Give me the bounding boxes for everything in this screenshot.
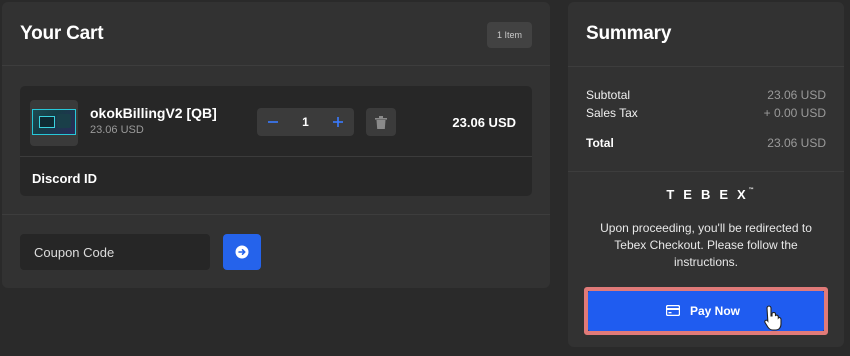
minus-icon [268,121,278,123]
arrow-circle-icon [235,245,249,259]
apply-coupon-button[interactable] [223,234,261,270]
pay-now-label: Pay Now [690,304,741,318]
divider [568,66,844,67]
cart-item: okokBillingV2 [QB] 23.06 USD 1 23.06 USD… [20,86,532,196]
trademark-mark: ™ [748,187,754,193]
total-value: 23.06 USD [767,136,826,150]
product-name: okokBillingV2 [QB] [90,105,217,121]
divider [2,214,550,215]
trash-icon [375,116,387,129]
tebex-brand: TEBEX [666,187,755,202]
checkout-info-text: Upon proceeding, you'll be redirected to… [600,221,812,269]
tebex-logo: TEBEX ™ [568,187,844,202]
divider [20,156,532,157]
pay-now-button[interactable]: Pay Now [588,291,824,331]
remove-item-button[interactable] [366,108,396,136]
increase-quantity-button[interactable] [324,108,352,136]
item-count-badge: 1 Item [486,22,532,48]
credit-card-icon [666,305,680,316]
cart-title: Your Cart [20,23,104,44]
product-thumbnail [30,100,78,146]
quantity-value[interactable]: 1 [285,108,326,136]
sales-tax-label: Sales Tax [586,106,638,120]
summary-panel: Summary Subtotal 23.06 USD Sales Tax + 0… [568,2,844,347]
summary-title: Summary [586,23,672,44]
subtotal-label: Subtotal [586,88,631,102]
cart-header: Your Cart 1 Item [2,2,550,66]
divider [568,171,844,172]
coupon-code-input[interactable] [20,234,210,270]
item-total-price: 23.06 USD [452,115,516,130]
sales-tax-value: + 0.00 USD [763,106,826,120]
quantity-stepper: 1 [257,108,354,136]
subtotal-value: 23.06 USD [767,88,826,102]
cart-panel: Your Cart 1 Item okokBillingV2 [QB] 23.0… [2,2,550,288]
plus-icon [333,117,343,127]
decrease-quantity-button[interactable] [259,108,287,136]
total-label: Total [586,136,614,150]
discord-id-label: Discord ID [32,171,98,186]
pointer-cursor-icon [764,305,782,331]
product-unit-price: 23.06 USD [90,124,144,136]
